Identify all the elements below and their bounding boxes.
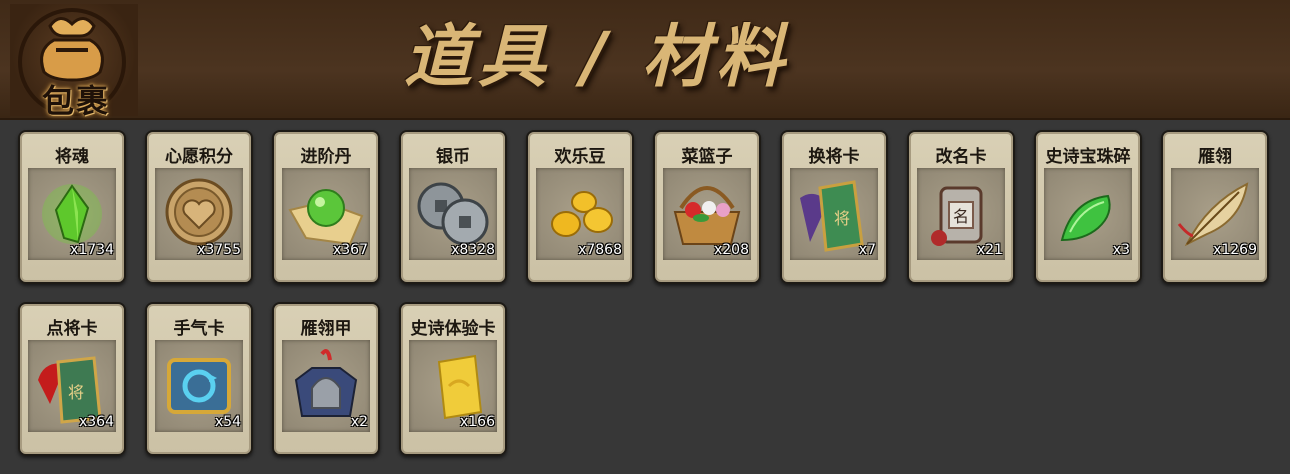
item-count: x3755: [197, 242, 241, 258]
item-count: x7868: [578, 242, 622, 258]
item-name: 将魂: [55, 147, 89, 167]
item-icon-well: x7868: [536, 168, 624, 260]
item-card[interactable]: 改名卡 名 x21: [907, 130, 1015, 284]
svg-text:名: 名: [953, 207, 969, 226]
item-card[interactable]: 换将卡 将 x7: [780, 130, 888, 284]
item-icon-well: 将 x364: [28, 340, 116, 432]
item-count: x2: [350, 414, 368, 430]
item-name: 史诗体验卡: [410, 319, 496, 339]
item-icon-well: 名 x21: [917, 168, 1005, 260]
item-card[interactable]: 心愿积分 x3755: [145, 130, 253, 284]
item-name: 欢乐豆: [554, 147, 606, 167]
item-card[interactable]: 将魂 x1734: [18, 130, 126, 284]
item-icon-well: x1269: [1171, 168, 1259, 260]
item-card[interactable]: 雁翎 x1269: [1161, 130, 1269, 284]
item-count: x208: [713, 242, 749, 258]
item-icon-well: x367: [282, 168, 370, 260]
item-icon-well: x2: [282, 340, 370, 432]
item-name: 菜篮子: [681, 147, 733, 167]
page-title: 道具 / 材料: [404, 18, 791, 97]
item-count: x166: [459, 414, 495, 430]
item-card[interactable]: 进阶丹 x367: [272, 130, 380, 284]
item-icon-well: 将 x7: [790, 168, 878, 260]
item-name: 换将卡: [808, 147, 860, 167]
item-count: x367: [332, 242, 368, 258]
item-card[interactable]: 雁翎甲 x2: [272, 302, 380, 456]
item-card[interactable]: 史诗体验卡 x166: [399, 302, 507, 456]
item-name: 银币: [436, 147, 470, 167]
item-name: 改名卡: [935, 147, 987, 167]
item-card[interactable]: 菜篮子 x208: [653, 130, 761, 284]
item-icon-well: x1734: [28, 168, 116, 260]
item-count: x8328: [451, 242, 495, 258]
item-count: x3: [1112, 242, 1130, 258]
item-card[interactable]: 欢乐豆 x7868: [526, 130, 634, 284]
item-name: 进阶丹: [300, 147, 352, 167]
item-name: 手气卡: [173, 319, 225, 339]
item-name: 雁翎甲: [300, 319, 352, 339]
item-card[interactable]: 银币 x8328: [399, 130, 507, 284]
item-count: x1734: [70, 242, 114, 258]
bag-badge[interactable]: 包裹: [10, 4, 138, 120]
item-count: x7: [858, 242, 876, 258]
bag-label: 包裹: [41, 82, 110, 120]
item-card[interactable]: 手气卡 x54: [145, 302, 253, 456]
item-card[interactable]: 点将卡 将 x364: [18, 302, 126, 456]
item-card[interactable]: 史诗宝珠碎 x3: [1034, 130, 1142, 284]
item-icon-well: x3: [1044, 168, 1132, 260]
svg-text:将: 将: [68, 383, 84, 402]
item-icon-well: x54: [155, 340, 243, 432]
item-name: 雁翎: [1198, 147, 1232, 167]
item-name: 点将卡: [46, 319, 98, 339]
item-count: x54: [214, 414, 241, 430]
item-count: x1269: [1213, 242, 1257, 258]
item-count: x21: [976, 242, 1003, 258]
item-name: 心愿积分: [165, 147, 233, 167]
item-count: x364: [78, 414, 114, 430]
item-icon-well: x3755: [155, 168, 243, 260]
item-icon-well: x166: [409, 340, 497, 432]
inventory-header: 包裹 道具 / 材料: [0, 0, 1290, 120]
item-icon-well: x8328: [409, 168, 497, 260]
item-icon-well: x208: [663, 168, 751, 260]
item-name: 史诗宝珠碎: [1045, 147, 1131, 167]
svg-text:将: 将: [834, 209, 850, 228]
